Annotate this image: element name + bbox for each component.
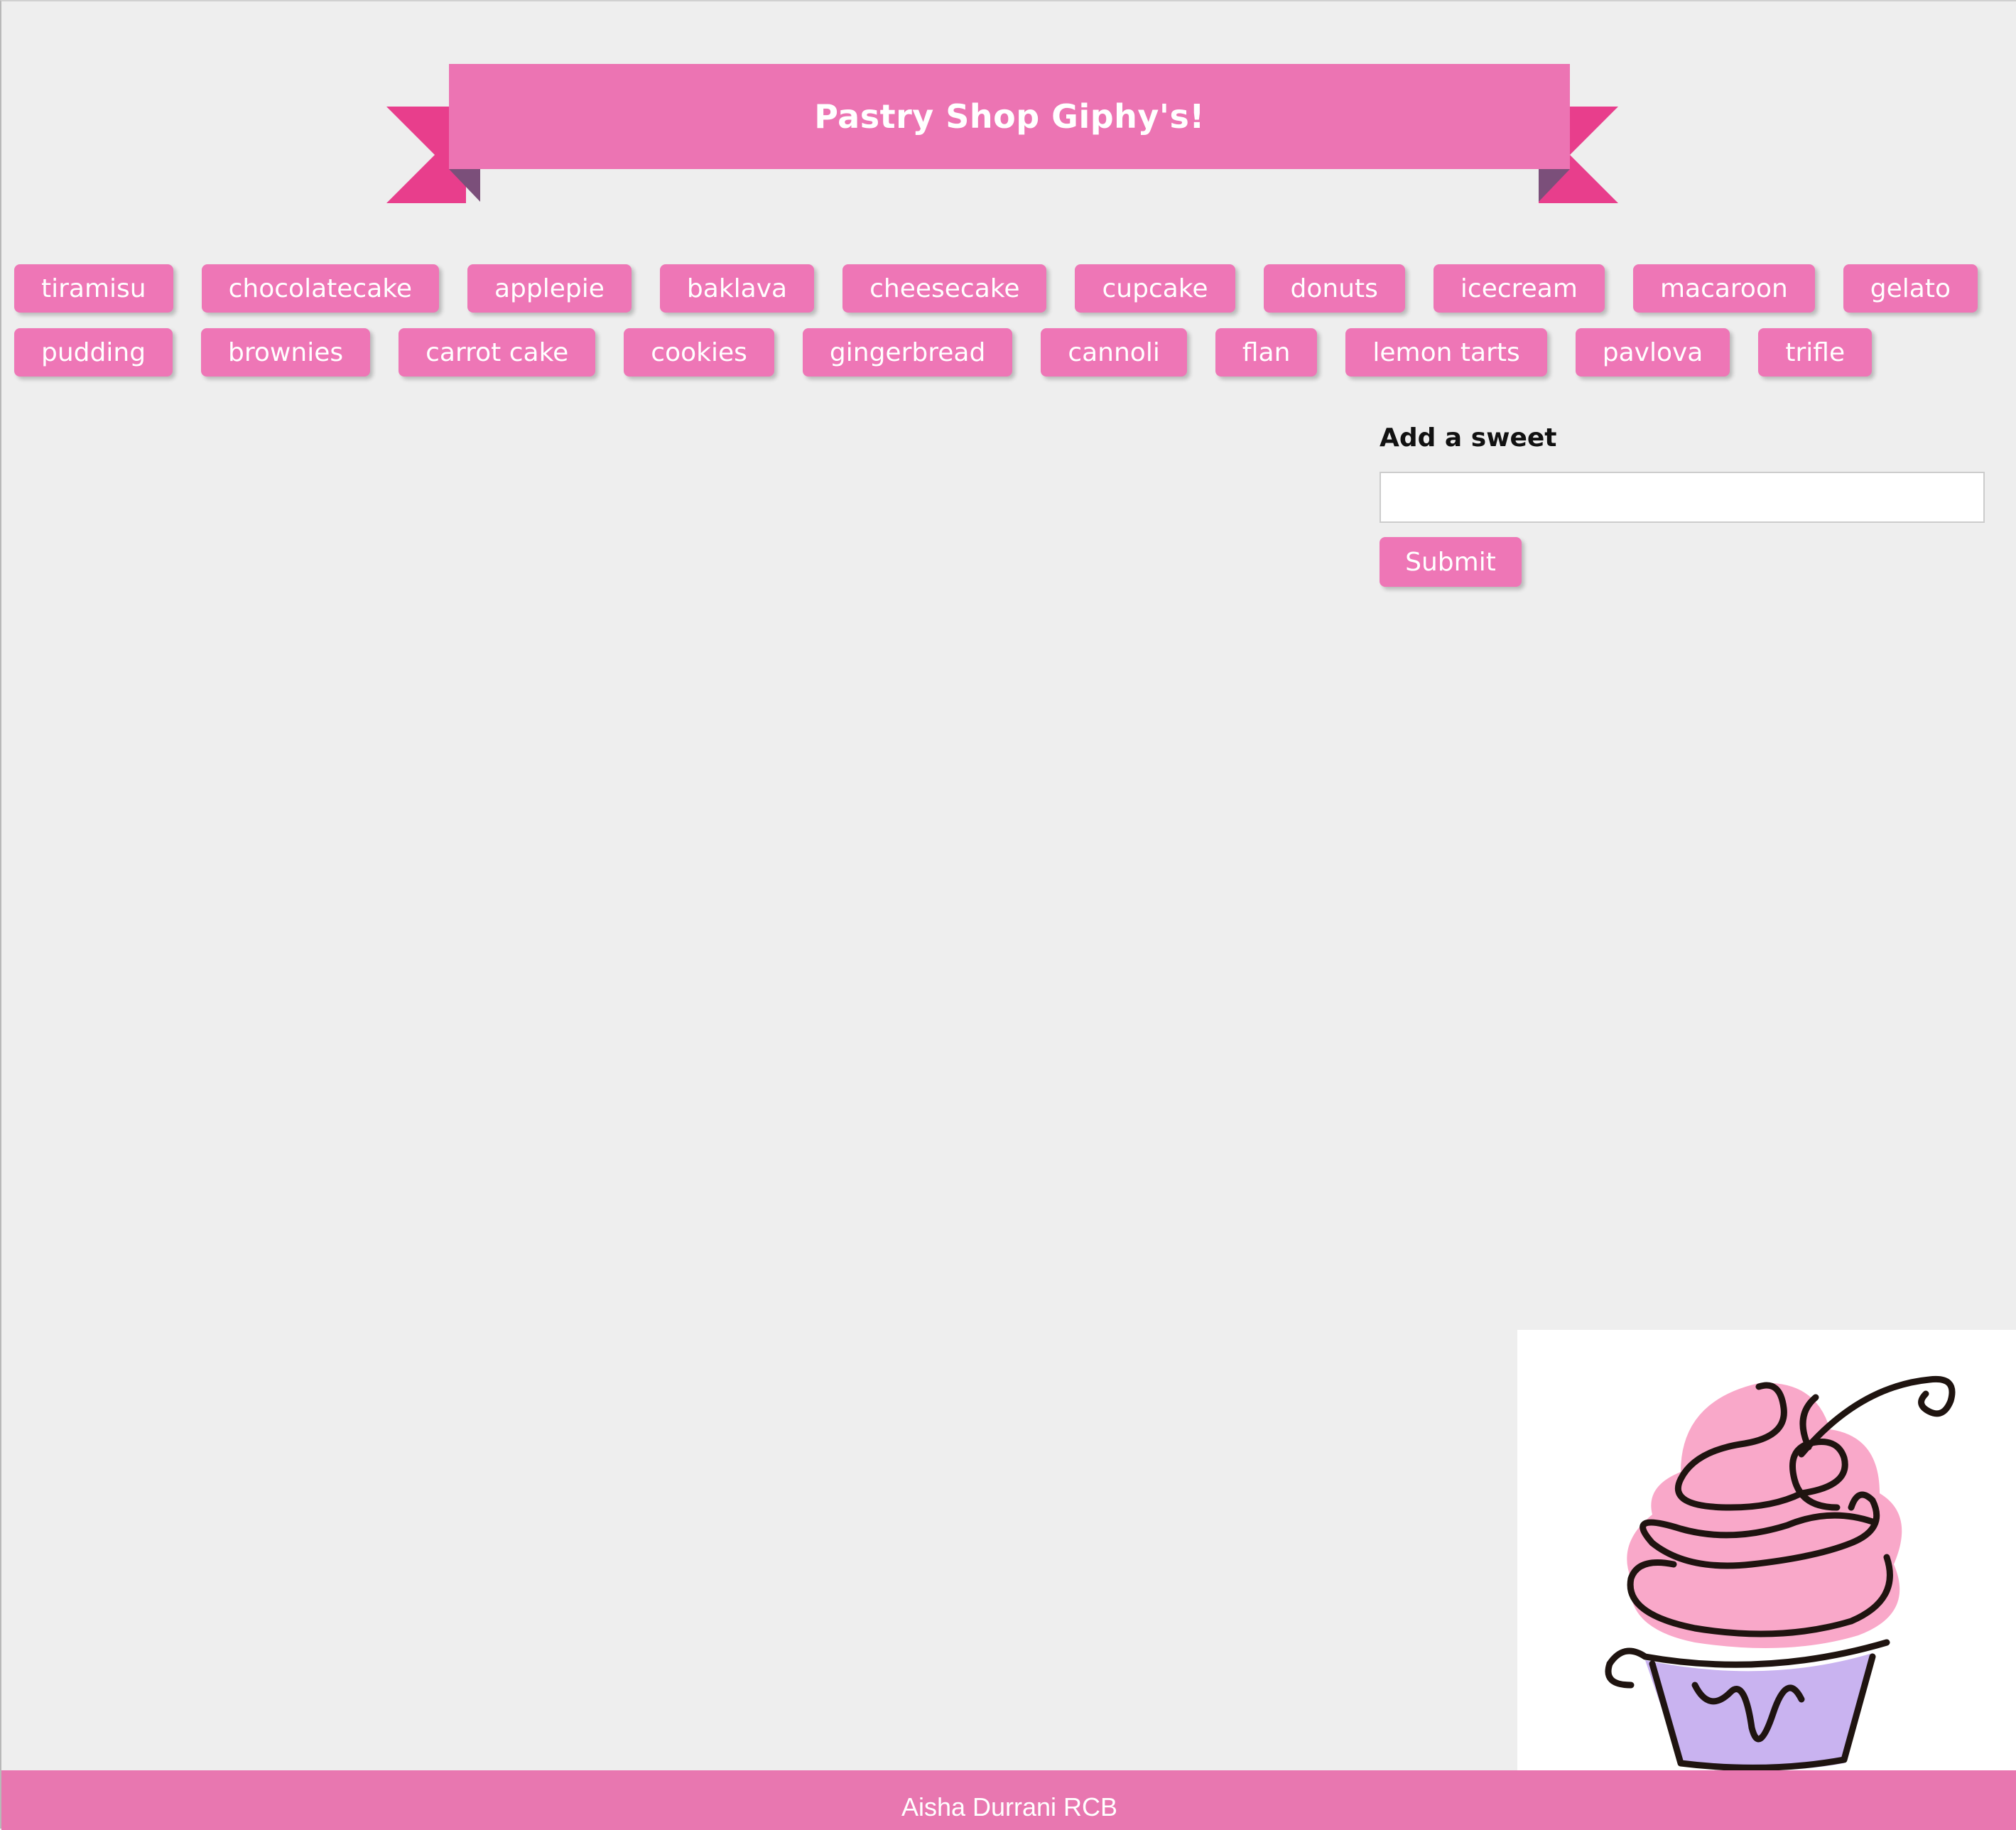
sweet-button-donuts[interactable]: donuts <box>1263 264 1405 313</box>
title-banner: Pastry Shop Giphy's! <box>1 1 2016 215</box>
ribbon-body: Pastry Shop Giphy's! <box>449 64 1570 169</box>
add-sweet-form: Add a sweet Submit <box>1380 421 1985 587</box>
footer-author: Aisha Durrani RCB <box>901 1792 1118 1821</box>
sweet-button-pudding[interactable]: pudding <box>14 328 173 377</box>
cupcake-image <box>1517 1330 2016 1772</box>
sweet-button-gingerbread[interactable]: gingerbread <box>802 328 1013 377</box>
sweet-button-brownies[interactable]: brownies <box>201 328 371 377</box>
sweet-button-lemon-tarts[interactable]: lemon tarts <box>1345 328 1547 377</box>
add-sweet-label: Add a sweet <box>1380 423 1557 453</box>
sweet-button-trifle[interactable]: trifle <box>1758 328 1873 377</box>
sweet-button-gelato[interactable]: gelato <box>1843 264 1978 313</box>
sweet-buttons-row-1: tiramisu chocolatecake applepie baklava … <box>14 264 2006 314</box>
add-sweet-input[interactable] <box>1380 472 1985 523</box>
sweet-button-flan[interactable]: flan <box>1215 328 1318 377</box>
sweet-button-cheesecake[interactable]: cheesecake <box>842 264 1047 313</box>
sweet-button-icecream[interactable]: icecream <box>1433 264 1605 313</box>
sweet-button-tiramisu[interactable]: tiramisu <box>14 264 173 313</box>
sweet-buttons-row-2: pudding brownies carrot cake cookies gin… <box>14 328 1900 378</box>
ribbon-left-fold <box>449 169 480 202</box>
sweet-button-cannoli[interactable]: cannoli <box>1041 328 1187 377</box>
sweet-button-carrot-cake[interactable]: carrot cake <box>399 328 596 377</box>
sweet-button-macaroon[interactable]: macaroon <box>1632 264 1815 313</box>
page-title: Pastry Shop Giphy's! <box>814 97 1205 136</box>
sweet-button-applepie[interactable]: applepie <box>467 264 632 313</box>
footer: Aisha Durrani RCB <box>1 1770 2016 1830</box>
sweet-button-chocolatecake[interactable]: chocolatecake <box>201 264 439 313</box>
ribbon-right-fold <box>1539 169 1570 202</box>
cupcake-icon <box>1605 1375 1956 1771</box>
sweet-button-cookies[interactable]: cookies <box>624 328 774 377</box>
sweet-button-pavlova[interactable]: pavlova <box>1575 328 1730 377</box>
sweet-button-cupcake[interactable]: cupcake <box>1075 264 1235 313</box>
sweet-button-baklava[interactable]: baklava <box>659 264 815 313</box>
submit-button[interactable]: Submit <box>1380 537 1522 587</box>
